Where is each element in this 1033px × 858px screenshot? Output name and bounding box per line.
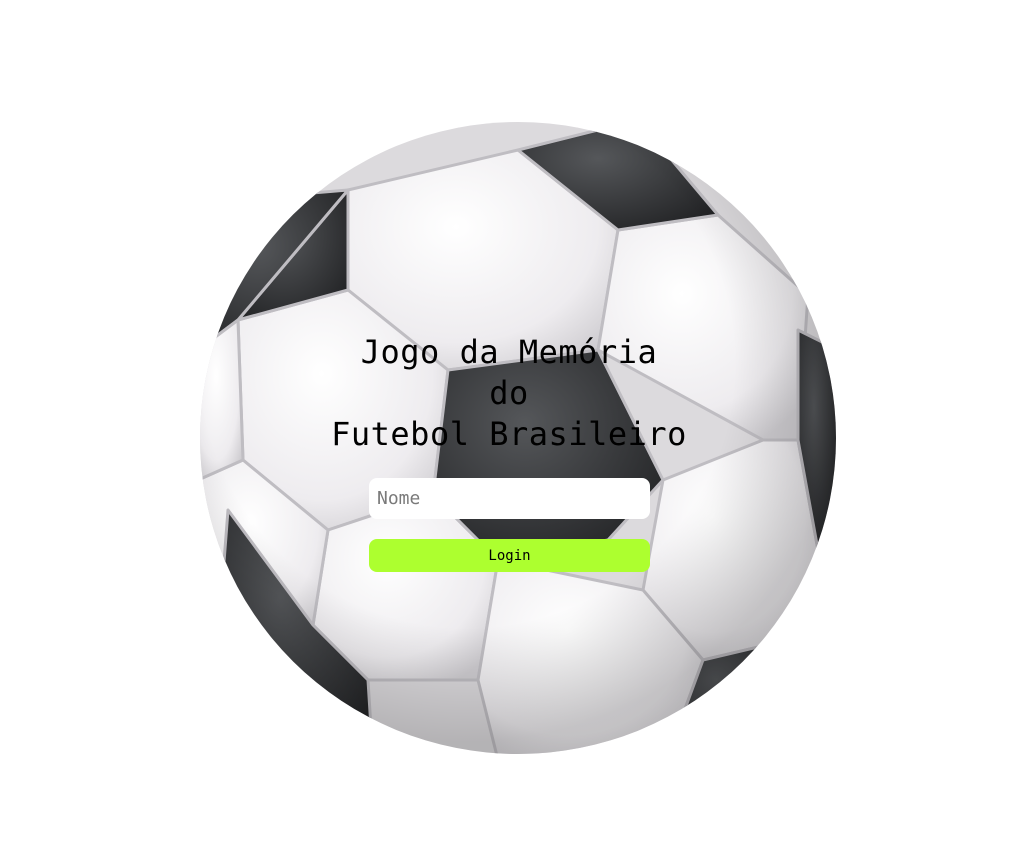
name-input[interactable] — [369, 478, 650, 519]
title-line-2: do — [489, 374, 529, 412]
page-title: Jogo da Memória do Futebol Brasileiro — [0, 332, 1018, 455]
login-button[interactable]: Login — [369, 539, 650, 572]
title-line-3: Futebol Brasileiro — [331, 415, 687, 453]
title-line-1: Jogo da Memória — [360, 333, 658, 371]
login-page: Jogo da Memória do Futebol Brasileiro Lo… — [0, 0, 1033, 858]
